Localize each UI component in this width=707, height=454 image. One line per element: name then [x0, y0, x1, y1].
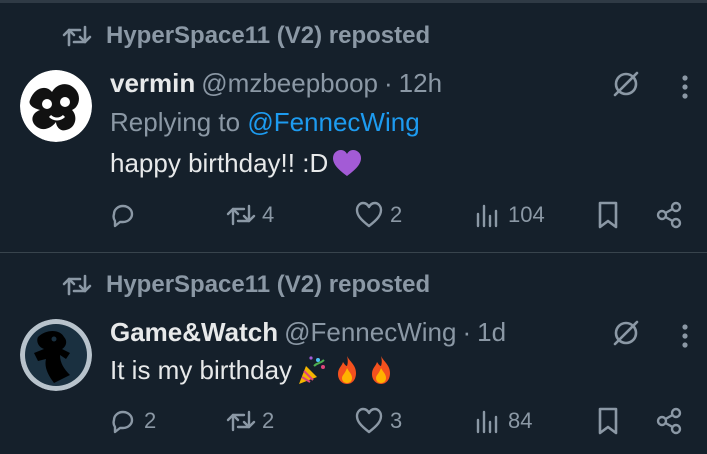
post-game-and-watch[interactable]: HyperSpace11 (V2) reposted Game&Watch @F…: [0, 253, 707, 454]
post-vermin[interactable]: HyperSpace11 (V2) reposted vermin @mzbee…: [0, 0, 707, 253]
share-icon: [656, 407, 682, 435]
views-count: 104: [508, 202, 545, 227]
post-header: Game&Watch @FennecWing · 1d: [110, 317, 506, 348]
party-popper-emoji: [299, 356, 326, 384]
share-button[interactable]: [654, 200, 684, 230]
action-bar: 2 2 3 84: [108, 406, 688, 442]
share-button[interactable]: [654, 406, 684, 436]
reply-icon: [112, 204, 134, 228]
repost-icon: [62, 274, 92, 296]
like-button[interactable]: 3: [354, 406, 402, 436]
reply-icon: [112, 410, 134, 434]
post-header: vermin @mzbeepboop · 12h: [110, 68, 442, 99]
repost-context[interactable]: HyperSpace11 (V2) reposted: [62, 271, 430, 299]
post-text-content: happy birthday!! :D: [110, 148, 329, 178]
separator: ·: [462, 317, 472, 347]
separator: ·: [384, 68, 393, 98]
author-name[interactable]: Game&Watch: [110, 317, 278, 348]
repost-icon: [226, 410, 256, 432]
replying-to: Replying to @FennecWing: [110, 107, 420, 138]
reply-button[interactable]: 2: [108, 406, 156, 436]
like-count: 2: [390, 202, 403, 227]
repost-icon: [226, 204, 256, 226]
grok-icon[interactable]: [611, 318, 641, 348]
author-handle[interactable]: @mzbeepboop: [201, 68, 378, 99]
fire-emoji: [338, 356, 357, 384]
like-button[interactable]: 2: [354, 200, 402, 230]
repost-context[interactable]: HyperSpace11 (V2) reposted: [62, 22, 430, 50]
like-icon: [355, 201, 383, 228]
more-icon[interactable]: [674, 72, 696, 102]
timestamp[interactable]: 1d: [477, 317, 506, 348]
avatar[interactable]: [20, 319, 92, 391]
more-icon[interactable]: [674, 321, 696, 351]
bookmark-icon: [598, 201, 618, 229]
reply-button[interactable]: [108, 200, 144, 230]
repost-count: 2: [262, 408, 275, 433]
reply-count: 2: [144, 408, 157, 433]
timestamp[interactable]: 12h: [399, 68, 442, 99]
avatar[interactable]: [20, 70, 92, 142]
author-name[interactable]: vermin: [110, 68, 195, 99]
views-icon: [476, 204, 498, 228]
post-text: It is my birthday: [110, 354, 396, 386]
repost-label: HyperSpace11 (V2) reposted: [106, 271, 431, 298]
like-count: 3: [390, 408, 403, 433]
views-icon: [476, 410, 498, 434]
bookmark-button[interactable]: [593, 200, 623, 230]
replying-prefix: Replying to: [110, 107, 241, 137]
bookmark-icon: [598, 407, 618, 435]
repost-button[interactable]: 2: [226, 406, 274, 436]
fire-emoji: [372, 356, 391, 384]
like-icon: [355, 407, 383, 434]
action-bar: 4 2 104: [108, 200, 688, 236]
replying-mention[interactable]: @FennecWing: [247, 107, 419, 137]
share-icon: [656, 201, 682, 229]
author-handle[interactable]: @FennecWing: [284, 317, 456, 348]
repost-button[interactable]: 4: [226, 200, 274, 230]
views-count: 84: [508, 408, 533, 433]
purple-heart-emoji: [333, 149, 362, 176]
repost-count: 4: [262, 202, 275, 227]
grok-icon[interactable]: [611, 69, 641, 99]
bookmark-button[interactable]: [593, 406, 623, 436]
repost-icon: [62, 25, 92, 47]
views-button[interactable]: 84: [472, 406, 532, 436]
post-text-content: It is my birthday: [110, 354, 293, 385]
repost-label: HyperSpace11 (V2) reposted: [106, 22, 431, 49]
post-text: happy birthday!! :D: [110, 148, 362, 179]
views-button[interactable]: 104: [472, 200, 545, 230]
